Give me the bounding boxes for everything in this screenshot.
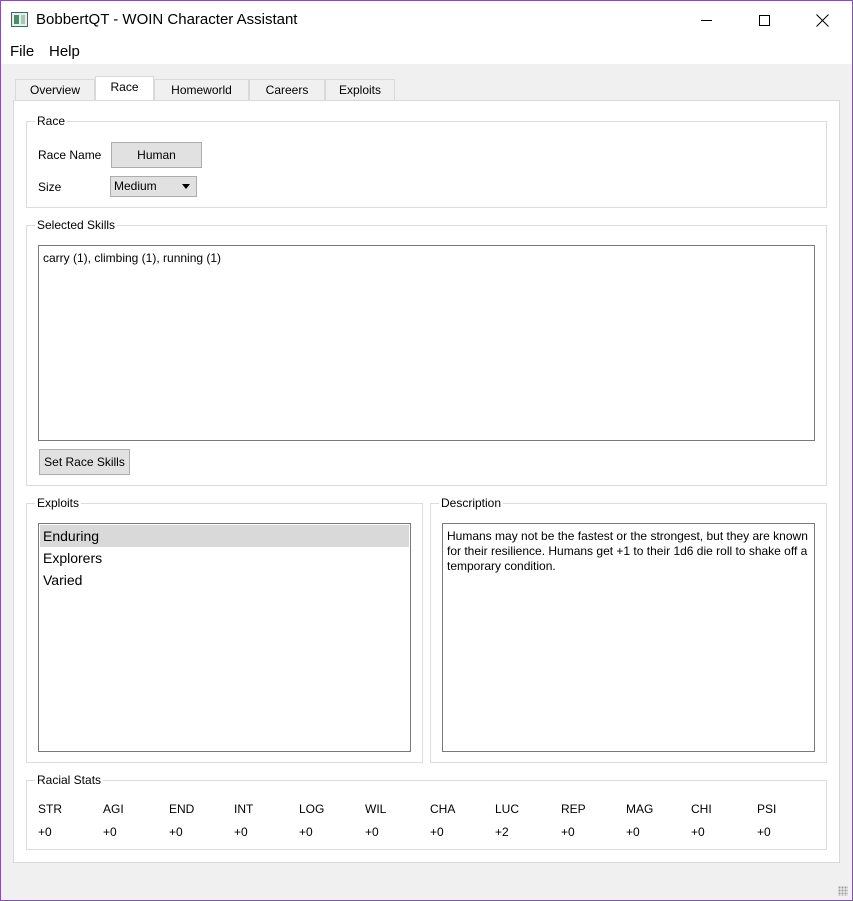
resize-grip-icon[interactable] <box>838 886 848 896</box>
stat-value: +0 <box>103 825 117 839</box>
window-title: BobbertQT - WOIN Character Assistant <box>36 11 298 28</box>
stat-value: +0 <box>757 825 771 839</box>
size-dropdown-value: Medium <box>114 179 157 193</box>
tab-exploits[interactable]: Exploits <box>325 79 395 100</box>
list-item[interactable]: Explorers <box>40 547 409 569</box>
selected-skills-group: Selected Skills carry (1), climbing (1),… <box>26 218 827 486</box>
list-item[interactable]: Enduring <box>40 525 409 547</box>
app-icon <box>11 12 28 27</box>
exploits-group: Exploits Enduring Explorers Varied <box>26 496 423 763</box>
description-group-title: Description <box>439 496 504 510</box>
description-group: Description Humans may not be the fastes… <box>430 496 827 763</box>
menu-bar: File Help <box>1 39 852 64</box>
stat-value: +0 <box>299 825 313 839</box>
list-item[interactable]: Varied <box>40 569 409 591</box>
close-button[interactable] <box>793 1 851 39</box>
stat-value: +0 <box>691 825 705 839</box>
stat-name: CHA <box>430 802 456 816</box>
minimize-button[interactable] <box>677 1 735 39</box>
stat-name: END <box>169 802 195 816</box>
maximize-icon <box>758 14 770 26</box>
selected-skills-group-title: Selected Skills <box>35 218 118 232</box>
race-name-button[interactable]: Human <box>111 142 202 168</box>
stat-name: REP <box>561 802 586 816</box>
exploits-list[interactable]: Enduring Explorers Varied <box>38 523 411 752</box>
exploits-group-title: Exploits <box>35 496 82 510</box>
stat-value: +0 <box>561 825 575 839</box>
description-textbox[interactable]: Humans may not be the fastest or the str… <box>442 523 815 752</box>
tab-careers[interactable]: Careers <box>249 79 325 100</box>
title-bar[interactable]: BobbertQT - WOIN Character Assistant <box>1 1 852 39</box>
stat-value: +0 <box>430 825 444 839</box>
stat-value: +0 <box>626 825 640 839</box>
stat-name: PSI <box>757 802 777 816</box>
stat-value: +2 <box>495 825 509 839</box>
stat-name: LUC <box>495 802 520 816</box>
stat-name: MAG <box>626 802 654 816</box>
racial-stats-group-title: Racial Stats <box>35 773 104 787</box>
menu-help[interactable]: Help <box>49 43 80 60</box>
size-dropdown[interactable]: Medium <box>110 176 197 197</box>
maximize-button[interactable] <box>735 1 793 39</box>
chevron-down-icon <box>182 184 190 189</box>
stat-name: INT <box>234 802 254 816</box>
stat-name: CHI <box>691 802 712 816</box>
set-race-skills-button[interactable]: Set Race Skills <box>39 449 130 475</box>
stat-value: +0 <box>365 825 379 839</box>
minimize-icon <box>700 19 712 21</box>
race-tab-panel: Race Race Name Human Size Medium Selecte… <box>13 100 840 863</box>
stat-value: +0 <box>234 825 248 839</box>
racial-stats-group: Racial Stats STR +0 AGI +0 END +0 INT +0… <box>26 773 827 850</box>
stat-value: +0 <box>38 825 52 839</box>
app-window: BobbertQT - WOIN Character Assistant Fil… <box>0 0 853 901</box>
tab-race[interactable]: Race <box>95 76 154 100</box>
stat-name: WIL <box>365 802 387 816</box>
menu-file[interactable]: File <box>10 43 34 60</box>
race-name-label: Race Name <box>38 148 102 162</box>
stat-name: AGI <box>103 802 124 816</box>
size-label: Size <box>38 180 62 194</box>
race-group-title: Race <box>35 114 68 128</box>
close-icon <box>816 14 829 27</box>
tab-overview[interactable]: Overview <box>15 79 95 100</box>
race-group: Race Race Name Human Size Medium <box>26 114 827 208</box>
stat-name: LOG <box>299 802 325 816</box>
stat-name: STR <box>38 802 62 816</box>
stat-value: +0 <box>169 825 183 839</box>
selected-skills-textbox[interactable]: carry (1), climbing (1), running (1) <box>38 245 815 441</box>
selected-skills-text: carry (1), climbing (1), running (1) <box>43 251 222 265</box>
tab-homeworld[interactable]: Homeworld <box>154 79 249 100</box>
description-text: Humans may not be the fastest or the str… <box>447 529 808 573</box>
